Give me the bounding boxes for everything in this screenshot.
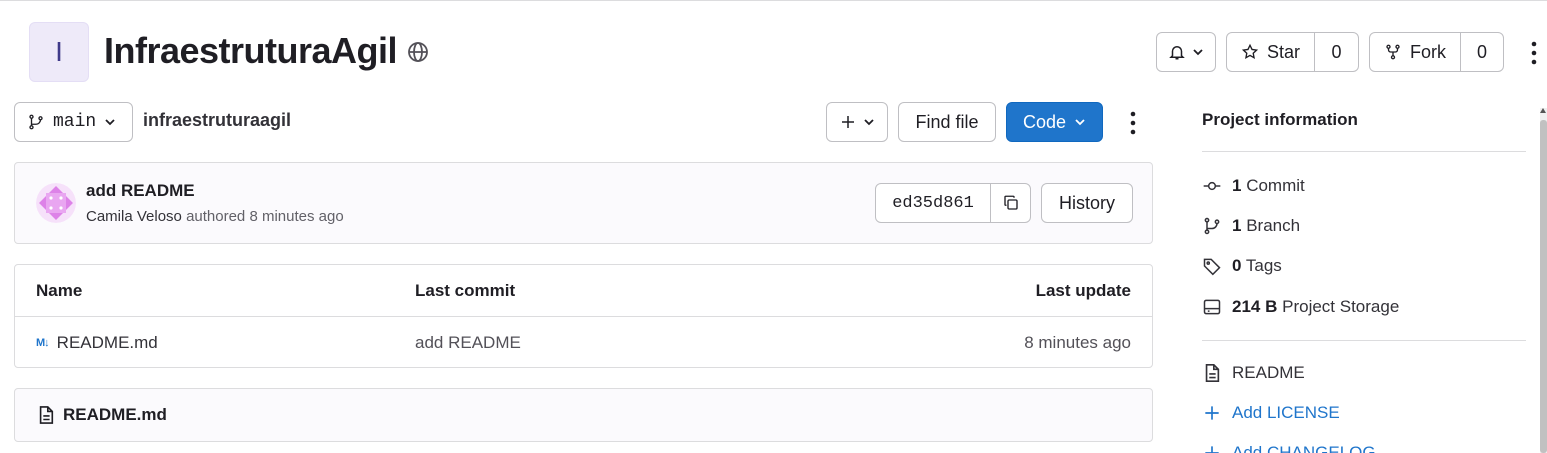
commit-title-link[interactable]: add README	[86, 181, 195, 201]
branch-icon	[1204, 217, 1220, 235]
table-header: Name Last commit Last update	[15, 265, 1152, 317]
copy-sha-button[interactable]	[991, 184, 1030, 222]
notifications-button[interactable]	[1156, 32, 1216, 72]
fork-label: Fork	[1410, 41, 1446, 62]
file-commit-link[interactable]: add README	[415, 317, 521, 369]
storage-label: Project Storage	[1282, 297, 1400, 316]
plus-icon	[842, 116, 854, 128]
commit-time: 8 minutes ago	[249, 208, 344, 225]
fork-count[interactable]: 0	[1461, 33, 1503, 71]
branch-selector[interactable]: main	[14, 102, 133, 142]
fork-button[interactable]: Fork 0	[1369, 32, 1504, 72]
project-info-title: Project information	[1202, 110, 1358, 129]
table-row[interactable]: M↓ README.md add README 8 minutes ago	[15, 317, 1152, 368]
star-icon	[1241, 43, 1259, 59]
more-actions-icon[interactable]	[1125, 110, 1141, 136]
globe-icon	[408, 42, 428, 62]
code-label: Code	[1022, 111, 1067, 132]
last-commit-panel: add README Camila Veloso authored 8 minu…	[14, 162, 1153, 244]
project-avatar[interactable]: I	[29, 22, 89, 82]
bell-icon	[1169, 46, 1185, 60]
add-license-link[interactable]: Add LICENSE	[1202, 403, 1340, 423]
tag-icon	[1203, 258, 1221, 276]
readme-filename[interactable]: README.md	[63, 405, 167, 425]
commit-author-link[interactable]: Camila Veloso	[86, 208, 182, 225]
branch-icon	[29, 114, 43, 130]
sidebar-scrollbar[interactable]	[1540, 108, 1547, 453]
commit-sha-link[interactable]: ed35d861	[876, 184, 991, 222]
readme-link-label: README	[1232, 363, 1305, 382]
tags-stat-link[interactable]: 0 Tags	[1202, 256, 1282, 276]
document-icon	[39, 406, 54, 424]
commits-label: Commit	[1246, 176, 1305, 195]
plus-icon	[1205, 446, 1219, 453]
avatar[interactable]	[36, 183, 76, 223]
storage-size: 214 B	[1232, 297, 1278, 316]
column-header-last-update: Last update	[1035, 281, 1131, 300]
add-changelog-link[interactable]: Add CHANGELOG	[1202, 443, 1376, 453]
readme-header: README.md	[14, 388, 1153, 442]
star-count[interactable]: 0	[1315, 33, 1358, 71]
add-changelog-label: Add CHANGELOG	[1232, 443, 1376, 453]
plus-icon	[1205, 406, 1219, 420]
readme-link[interactable]: README	[1202, 363, 1305, 383]
branch-name: main	[53, 112, 97, 132]
scroll-up-arrow[interactable]	[1540, 108, 1546, 113]
top-border	[0, 0, 1547, 4]
project-avatar-letter: I	[55, 36, 63, 67]
branches-label: Branch	[1246, 216, 1301, 235]
column-header-last-commit: Last commit	[415, 281, 516, 300]
chevron-down-icon	[1193, 49, 1203, 56]
file-name-link[interactable]: README.md	[57, 333, 158, 353]
chevron-down-icon	[1075, 119, 1085, 126]
commit-meta: Camila Veloso authored 8 minutes ago	[86, 208, 344, 225]
tags-count: 0	[1232, 256, 1242, 275]
find-file-button[interactable]: Find file	[898, 102, 996, 142]
divider	[1202, 151, 1526, 152]
commits-stat-link[interactable]: 1 Commit	[1202, 176, 1305, 196]
commits-count: 1	[1232, 176, 1242, 195]
more-actions-icon[interactable]	[1526, 40, 1542, 66]
star-label: Star	[1267, 41, 1301, 62]
file-tree-table: Name Last commit Last update M↓ README.m…	[14, 264, 1153, 368]
authored-label: authored	[186, 208, 246, 225]
divider	[1202, 340, 1526, 341]
code-button[interactable]: Code	[1006, 102, 1103, 142]
tags-label: Tags	[1245, 256, 1282, 275]
chevron-down-icon	[864, 119, 874, 126]
star-button[interactable]: Star 0	[1226, 32, 1359, 72]
file-name-cell[interactable]: M↓ README.md	[36, 317, 158, 369]
history-button[interactable]: History	[1041, 183, 1133, 223]
scrollbar-thumb[interactable]	[1540, 120, 1547, 453]
file-updated: 8 minutes ago	[1024, 333, 1131, 352]
repo-path-link[interactable]: infraestruturaagil	[143, 110, 291, 131]
branches-stat-link[interactable]: 1 Branch	[1202, 216, 1300, 236]
storage-stat-link[interactable]: 214 B Project Storage	[1202, 297, 1399, 317]
add-dropdown-button[interactable]	[826, 102, 888, 142]
commit-icon	[1203, 181, 1221, 191]
commit-sha-group: ed35d861	[875, 183, 1031, 223]
storage-icon	[1203, 299, 1221, 315]
copy-icon	[1003, 195, 1018, 210]
chevron-down-icon	[105, 119, 115, 126]
fork-icon	[1386, 44, 1400, 60]
add-license-label: Add LICENSE	[1232, 403, 1340, 422]
column-header-name: Name	[36, 281, 83, 300]
document-icon	[1205, 364, 1220, 382]
branches-count: 1	[1232, 216, 1242, 235]
project-title[interactable]: InfraestruturaAgil	[104, 30, 398, 72]
markdown-icon: M↓	[36, 337, 50, 349]
